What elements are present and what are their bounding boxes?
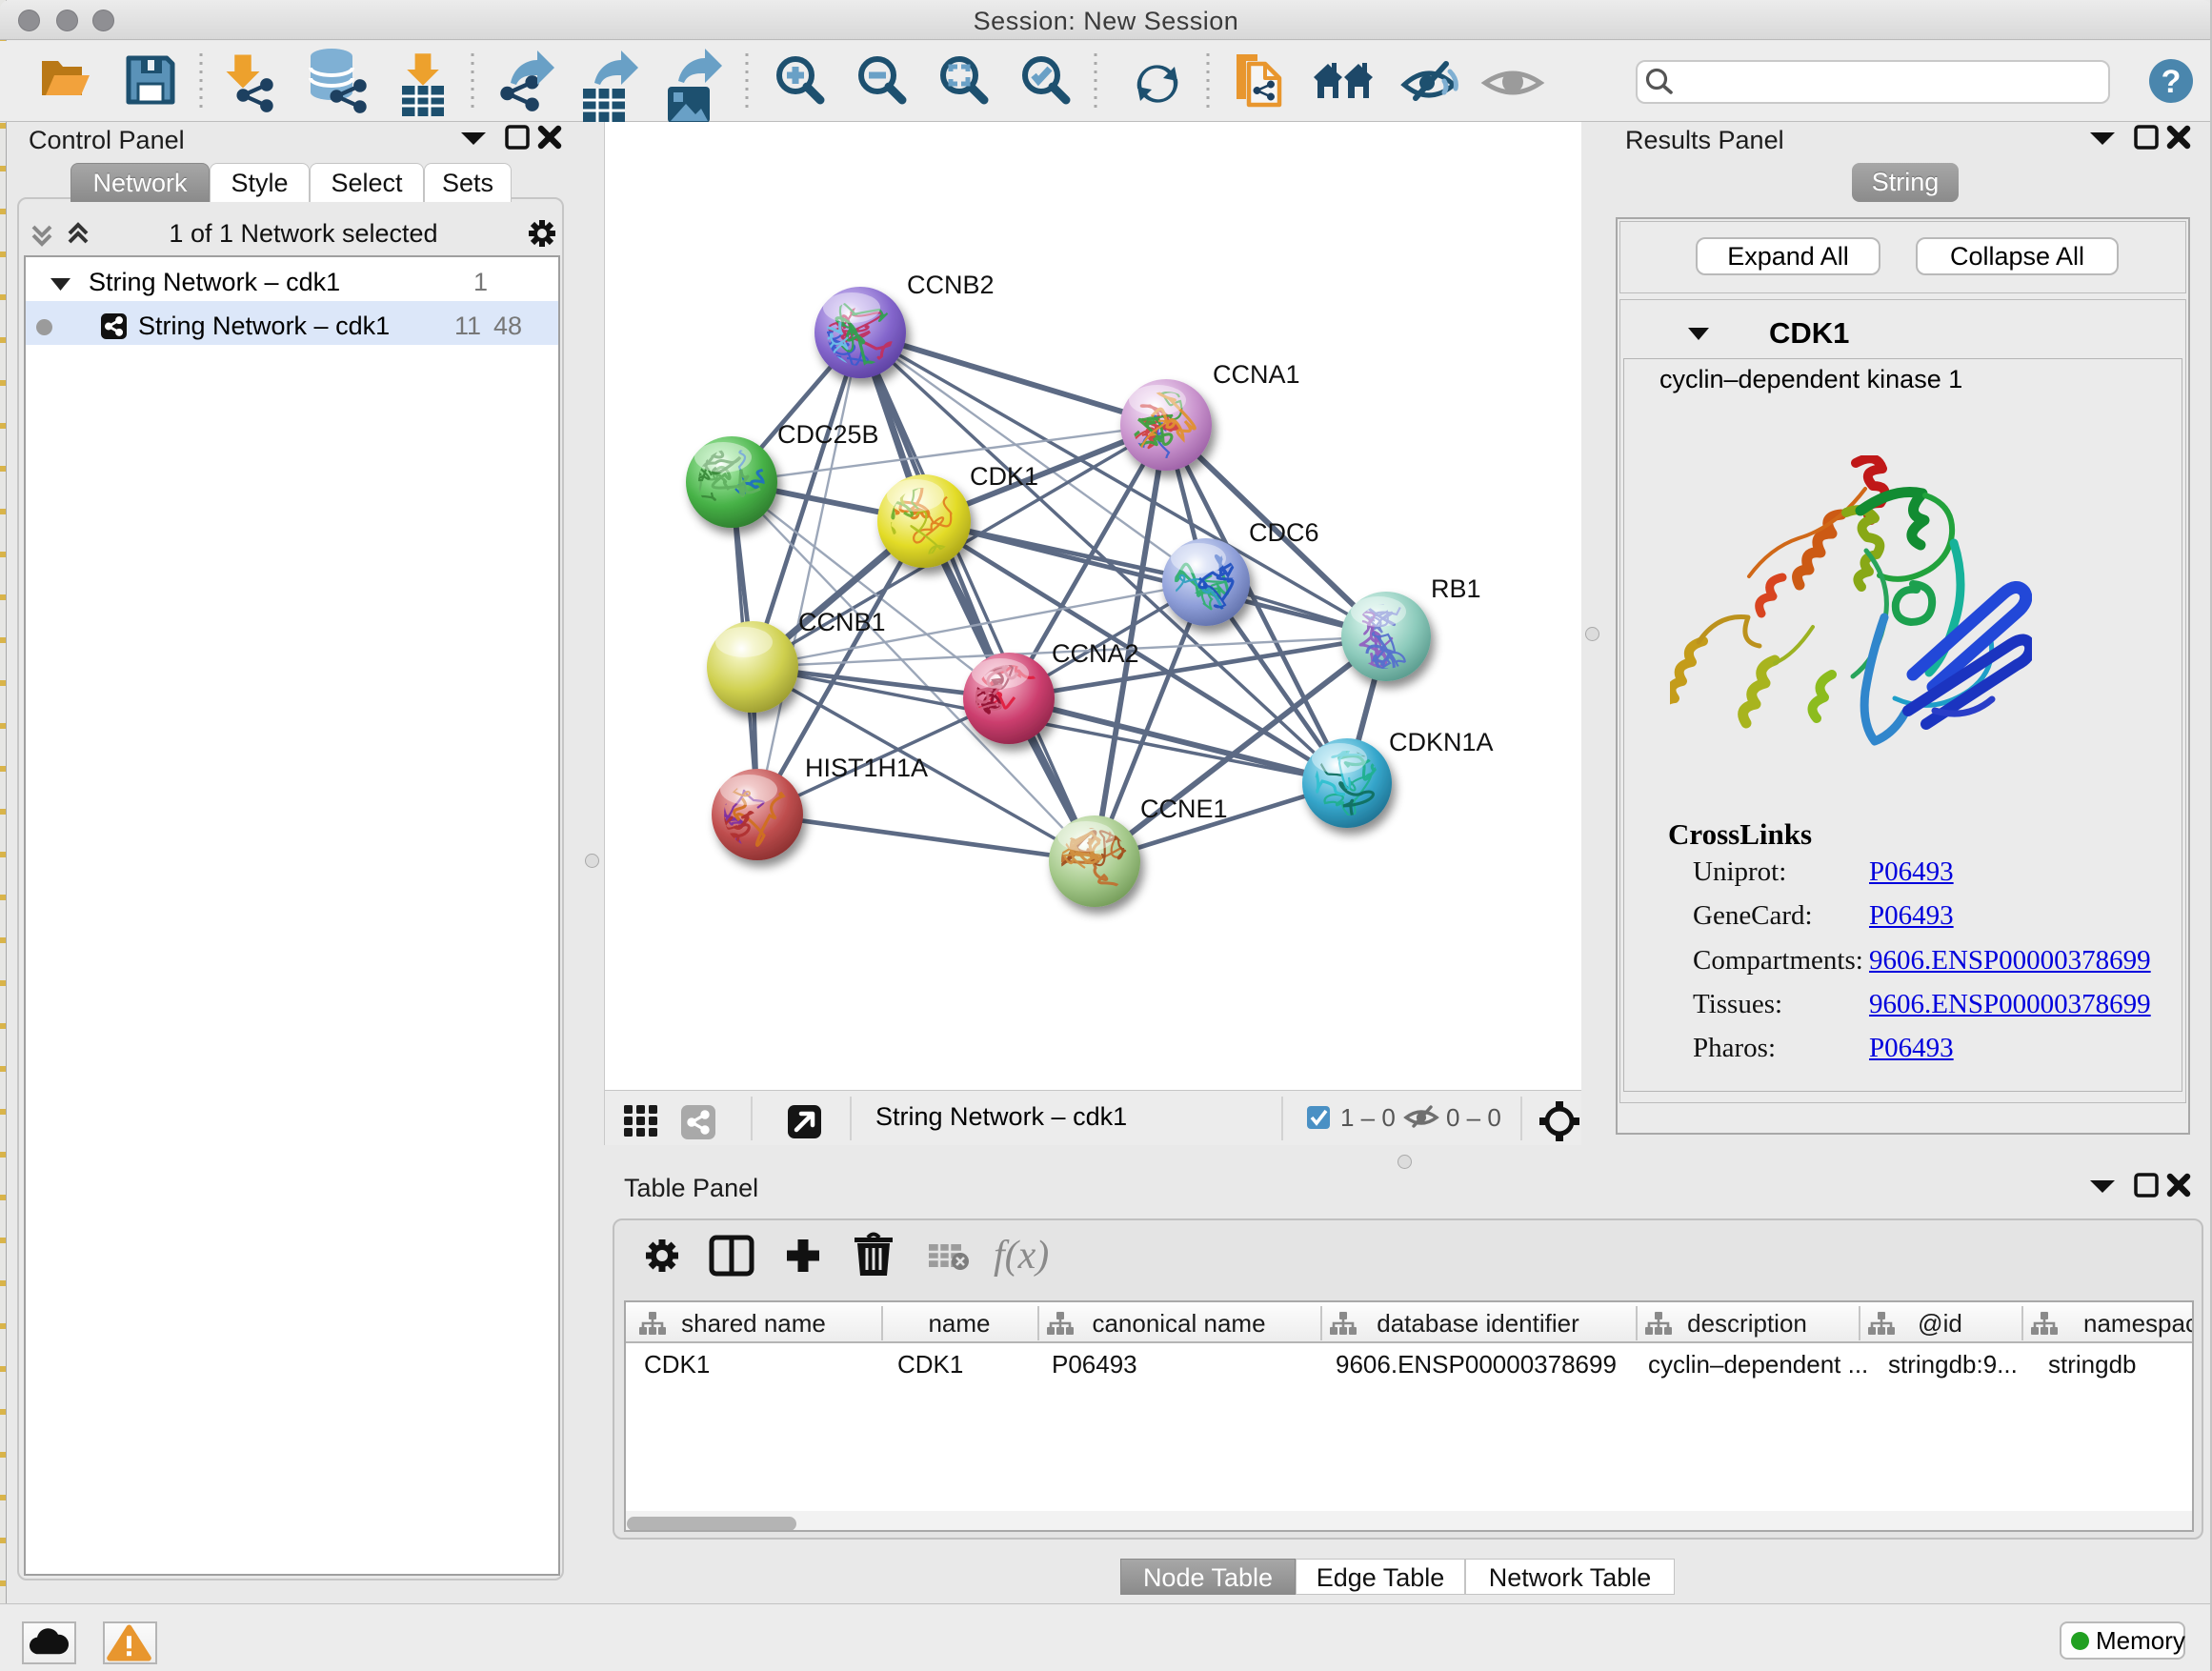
svg-text:CCNB2: CCNB2 [907, 271, 995, 299]
svg-text:f(x): f(x) [994, 1234, 1049, 1278]
svg-text:CDK1: CDK1 [970, 462, 1038, 491]
svg-text:CDC6: CDC6 [1249, 518, 1319, 547]
svg-text:HIST1H1A: HIST1H1A [805, 754, 928, 782]
svg-text:CCNE1: CCNE1 [1140, 795, 1228, 823]
svg-text:CCNA1: CCNA1 [1213, 360, 1300, 389]
svg-text:CDKN1A: CDKN1A [1389, 728, 1494, 756]
svg-text:CCNB1: CCNB1 [798, 608, 886, 636]
svg-text:CDC25B: CDC25B [777, 420, 879, 449]
svg-text:?: ? [2162, 64, 2182, 100]
svg-text:CCNA2: CCNA2 [1052, 639, 1139, 668]
svg-text:RB1: RB1 [1431, 574, 1481, 603]
